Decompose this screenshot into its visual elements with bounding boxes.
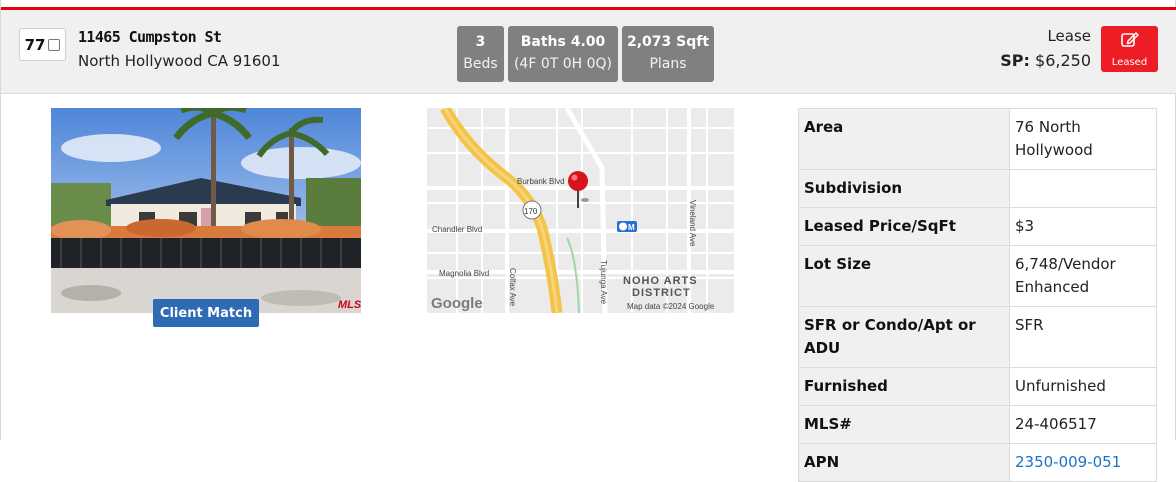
noho-district-label-1: NOHO ARTS xyxy=(623,275,698,287)
edit-icon xyxy=(1120,32,1139,47)
location-map[interactable]: 170 Burbank Blvd Chandler Blvd Magnolia … xyxy=(427,108,734,313)
metro-icon: M xyxy=(617,221,637,232)
baths-breakdown: (4F 0T 0H 0Q) xyxy=(513,56,613,72)
burbank-blvd-label: Burbank Blvd xyxy=(517,177,565,186)
address-block: 11465 Cumpston St North Hollywood CA 916… xyxy=(78,28,281,70)
google-logo: Google xyxy=(431,295,483,312)
details-row: Lot Size 6,748/Vendor Enhanced xyxy=(798,245,1157,307)
chandler-blvd-label: Chandler Blvd xyxy=(432,225,482,234)
baths-stat: Baths 4.00 (4F 0T 0H 0Q) xyxy=(508,26,618,82)
listing-header: 77 11465 Cumpston St North Hollywood CA … xyxy=(1,10,1176,94)
street-address[interactable]: 11465 Cumpston St xyxy=(78,28,281,46)
details-row: Subdivision xyxy=(798,169,1157,208)
colfax-ave-label: Colfax Ave xyxy=(508,268,517,307)
beds-stat: 3 Beds xyxy=(457,26,504,82)
listing-card: 77 11465 Cumpston St North Hollywood CA … xyxy=(0,0,1176,482)
details-row: SFR or Condo/Apt or ADU SFR xyxy=(798,306,1157,368)
map-image: 170 Burbank Blvd Chandler Blvd Magnolia … xyxy=(427,108,734,313)
client-match-button[interactable]: Client Match xyxy=(153,299,259,327)
details-key: MLS# xyxy=(798,405,1010,444)
listing-select[interactable]: 77 xyxy=(19,28,66,61)
details-value: SFR xyxy=(1009,306,1157,368)
details-key: Furnished xyxy=(798,367,1010,406)
details-value: 6,748/Vendor Enhanced xyxy=(1009,245,1157,307)
details-key: Subdivision xyxy=(798,169,1010,208)
map-attribution: Map data ©2024 Google xyxy=(627,302,715,311)
details-row: Area 76 North Hollywood xyxy=(798,108,1157,170)
city-line: North Hollywood CA 91601 xyxy=(78,52,281,70)
details-row: MLS# 24-406517 xyxy=(798,405,1157,444)
details-key: APN xyxy=(798,443,1010,482)
details-value: $3 xyxy=(1009,207,1157,246)
mls-watermark: MLS xyxy=(338,299,361,311)
listing-index: 77 xyxy=(24,35,46,54)
apn-link[interactable]: 2350-009-051 xyxy=(1009,443,1157,482)
sold-price-value: $6,250 xyxy=(1035,51,1091,70)
tujunga-ave-label: Tujunga Ave xyxy=(599,260,608,305)
sold-price: SP: $6,250 xyxy=(1000,51,1091,70)
details-key: Leased Price/SqFt xyxy=(798,207,1010,246)
details-row: APN 2350-009-051 xyxy=(798,443,1157,482)
details-value xyxy=(1009,169,1157,208)
baths-value: Baths 4.00 xyxy=(520,34,606,50)
sqft-stat: 2,073 Sqft Plans xyxy=(622,26,714,82)
leased-button[interactable]: Leased xyxy=(1101,26,1158,72)
noho-district-label-2: DISTRICT xyxy=(632,287,691,299)
beds-value: 3 xyxy=(475,34,486,50)
svg-text:M: M xyxy=(628,223,635,232)
plans-link[interactable]: Plans xyxy=(622,53,714,75)
details-row: Furnished Unfurnished xyxy=(798,367,1157,406)
property-photo[interactable]: MLS xyxy=(51,108,361,313)
details-value: 24-406517 xyxy=(1009,405,1157,444)
vineland-ave-label: Vineland Ave xyxy=(688,200,697,247)
house-photo-image: MLS xyxy=(51,108,361,313)
magnolia-blvd-label: Magnolia Blvd xyxy=(439,269,489,278)
details-value: Unfurnished xyxy=(1009,367,1157,406)
beds-label: Beds xyxy=(463,56,498,72)
sold-price-label: SP: xyxy=(1000,51,1030,70)
hwy-170-label: 170 xyxy=(524,207,538,216)
details-key: Lot Size xyxy=(798,245,1010,307)
details-key: SFR or Condo/Apt or ADU xyxy=(798,306,1010,368)
select-checkbox[interactable] xyxy=(48,38,61,51)
sqft-value: 2,073 Sqft xyxy=(626,34,710,50)
listing-status: Lease xyxy=(1047,27,1091,45)
details-value: 76 North Hollywood xyxy=(1009,108,1157,170)
property-details-table: Area 76 North Hollywood Subdivision Leased … xyxy=(798,108,1157,482)
leased-button-label: Leased xyxy=(1111,57,1148,68)
details-row: Leased Price/SqFt $3 xyxy=(798,207,1157,246)
details-key: Area xyxy=(798,108,1010,170)
